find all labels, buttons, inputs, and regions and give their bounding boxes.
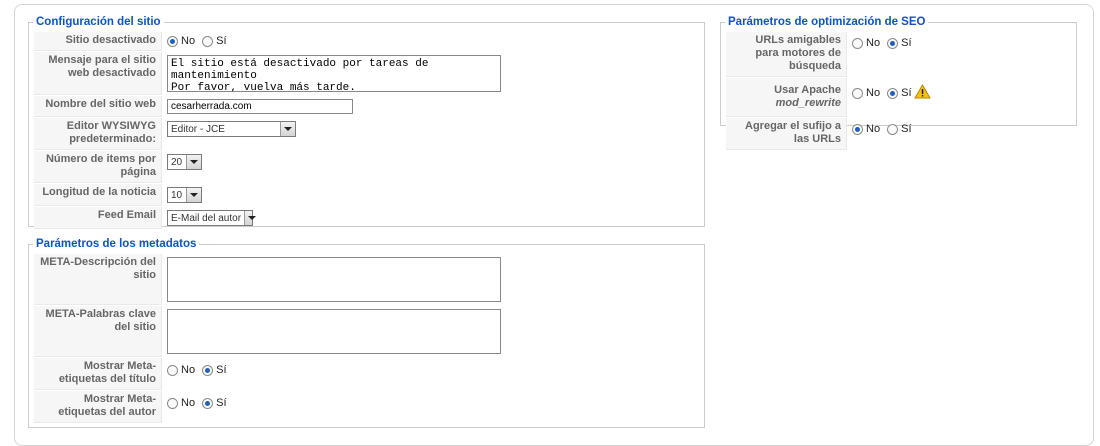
suffix-no-label: No (866, 123, 881, 136)
chevron-down-icon (186, 155, 201, 169)
list-limit-value: 20 (171, 157, 183, 168)
offline-message-label: Mensaje para el sitio web desactivado (34, 52, 162, 95)
sef-label: URLs amigables para motores de búsqueda (726, 32, 847, 77)
site-settings-fieldset: Configuración del sitio Sitio desactivad… (28, 16, 705, 230)
meta-desc-textarea[interactable] (167, 257, 501, 302)
site-name-input[interactable] (167, 99, 353, 114)
site-name-label: Nombre del sitio web (34, 96, 162, 117)
feed-limit-value: 10 (171, 190, 183, 201)
chevron-down-icon (280, 122, 295, 136)
feed-email-value: E-Mail del autor (171, 213, 242, 224)
metadata-table: META-Descripción del sitio META-Palabras… (33, 253, 506, 424)
suffix-yes-radio[interactable] (887, 123, 899, 135)
meta-title-yes-radio[interactable] (202, 364, 214, 376)
rewrite-label-em: mod_rewrite (775, 97, 841, 109)
metadata-fieldset: Parámetros de los metadatos META-Descrip… (28, 238, 705, 428)
row-feed-limit: Longitud de la noticia 10 (34, 184, 505, 206)
site-settings-legend: Configuración del sitio (36, 16, 161, 28)
suffix-no-radio[interactable] (852, 123, 863, 135)
sef-no-radio[interactable] (852, 37, 863, 49)
rewrite-yes-radio[interactable] (887, 87, 899, 99)
row-list-limit: Número de items por página 20 (34, 151, 505, 183)
chevron-down-icon (244, 211, 256, 225)
meta-author-label: Mostrar Meta-etiquetas del autor (34, 391, 162, 423)
rewrite-no-label: No (866, 87, 881, 99)
row-meta-title: Mostrar Meta-etiquetas del título No Sí (34, 358, 505, 390)
sef-yes-radio[interactable] (887, 37, 899, 49)
seo-table: URLs amigables para motores de búsqueda … (725, 31, 936, 151)
site-settings-table: Sitio desactivado No Sí Mensaje para el … (33, 31, 506, 230)
meta-author-no-label: No (181, 397, 196, 410)
row-meta-keys: META-Palabras clave del sitio (34, 306, 505, 357)
row-meta-desc: META-Descripción del sitio (34, 254, 505, 305)
editor-select[interactable]: Editor - JCE (167, 121, 296, 137)
offline-no-label: No (181, 35, 196, 48)
meta-title-no-radio[interactable] (167, 364, 178, 376)
sef-yes-label: Sí (901, 37, 912, 50)
meta-author-no-radio[interactable] (167, 397, 178, 409)
feed-email-label: Feed Email (34, 207, 162, 229)
meta-keys-textarea[interactable] (167, 309, 501, 354)
rewrite-label-prefix: Usar Apache (774, 84, 841, 96)
row-site-name: Nombre del sitio web (34, 96, 505, 117)
meta-title-no-label: No (181, 364, 196, 377)
warning-icon[interactable] (913, 83, 931, 102)
row-feed-email: Feed Email E-Mail del autor (34, 207, 505, 229)
seo-legend: Parámetros de optimización de SEO (728, 16, 926, 28)
offline-label: Sitio desactivado (34, 32, 162, 51)
chevron-down-icon (186, 188, 201, 202)
metadata-legend: Parámetros de los metadatos (36, 238, 197, 250)
editor-select-value: Editor - JCE (171, 124, 225, 135)
sef-no-label: No (866, 37, 881, 50)
row-offline-message: Mensaje para el sitio web desactivado El… (34, 52, 505, 95)
row-offline: Sitio desactivado No Sí (34, 32, 505, 51)
feed-limit-select[interactable]: 10 (167, 187, 202, 203)
meta-title-label: Mostrar Meta-etiquetas del título (34, 358, 162, 390)
rewrite-label: Usar Apache mod_rewrite (726, 78, 847, 117)
feed-email-select[interactable]: E-Mail del autor (167, 210, 256, 226)
meta-desc-label: META-Descripción del sitio (34, 254, 162, 305)
meta-title-yes-label: Sí (216, 364, 227, 377)
suffix-yes-label: Sí (901, 123, 912, 136)
suffix-label: Agregar el sufijo a las URLs (726, 118, 847, 150)
offline-yes-label: Sí (216, 35, 227, 48)
meta-keys-label: META-Palabras clave del sitio (34, 306, 162, 357)
row-rewrite: Usar Apache mod_rewrite No Sí (726, 78, 935, 117)
list-limit-select[interactable]: 20 (167, 154, 202, 170)
row-sef: URLs amigables para motores de búsqueda … (726, 32, 935, 77)
list-limit-label: Número de items por página (34, 151, 162, 183)
offline-message-textarea[interactable]: El sitio está desactivado por tareas de … (167, 55, 501, 92)
meta-author-yes-radio[interactable] (202, 397, 214, 409)
row-suffix: Agregar el sufijo a las URLs No Sí (726, 118, 935, 150)
editor-label: Editor WYSIWYG predeterminado: (34, 118, 162, 150)
offline-yes-radio[interactable] (202, 35, 214, 47)
offline-no-radio[interactable] (167, 35, 178, 47)
seo-fieldset: Parámetros de optimización de SEO URLs a… (720, 16, 1077, 150)
rewrite-yes-label: Sí (901, 87, 912, 99)
meta-author-yes-label: Sí (216, 397, 227, 410)
rewrite-no-radio[interactable] (852, 87, 863, 99)
row-editor: Editor WYSIWYG predeterminado: Editor - … (34, 118, 505, 150)
feed-limit-label: Longitud de la noticia (34, 184, 162, 206)
row-meta-author: Mostrar Meta-etiquetas del autor No Sí (34, 391, 505, 423)
